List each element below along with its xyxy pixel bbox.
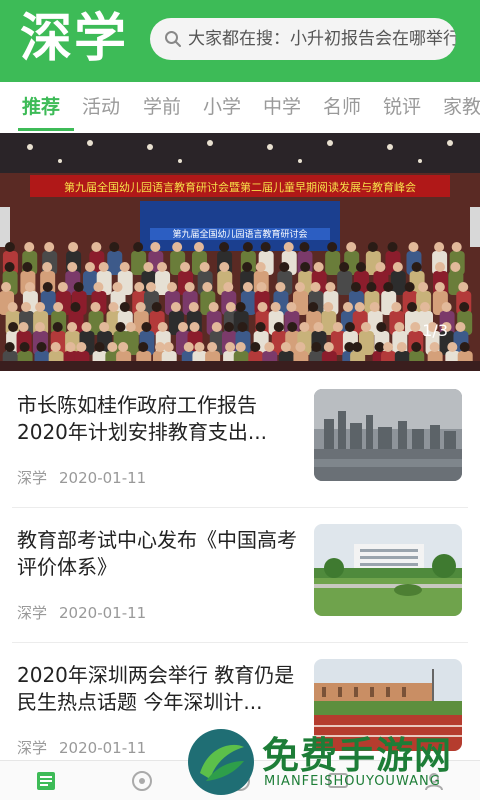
- news-item[interactable]: 教育部考试中心发布《中国高考评价体系》 深学 2020-01-11: [0, 507, 480, 643]
- watermark-subtitle: MIANFEISHOUYOUWANG: [264, 774, 441, 789]
- banner-screen-text: 第九届全国幼儿园语言教育研讨会: [172, 228, 307, 240]
- carousel-counter: 1/3: [422, 321, 448, 340]
- news-source: 深学: [17, 469, 48, 487]
- news-date: 2020-01-11: [59, 739, 147, 757]
- banner-carousel[interactable]: 第九届全国幼儿园语言教育研讨会暨第二届儿童早期阅读发展与教育峰会 第九届全国幼儿…: [0, 133, 480, 371]
- news-title: 市长陈如桂作政府工作报告 2020年计划安排教育支出...: [17, 393, 267, 444]
- watermark: 免费手游网 MIANFEISHOUYOUWANG: [180, 723, 480, 800]
- tab-recommend[interactable]: 推荐: [22, 92, 60, 119]
- tab-commentary[interactable]: 锐评: [383, 92, 421, 119]
- news-meta: 深学 2020-01-11: [17, 467, 146, 488]
- video-icon[interactable]: [130, 769, 154, 793]
- news-source: 深学: [17, 739, 48, 757]
- news-date: 2020-01-11: [59, 604, 147, 622]
- search-placeholder: 大家都在搜：小升初报告会在哪举行: [188, 29, 456, 49]
- category-tabs: 推荐 活动 学前 小学 中学 名师 锐评 家教: [0, 82, 480, 132]
- watermark-logo-icon: [188, 729, 254, 795]
- tab-primary[interactable]: 小学: [203, 92, 241, 119]
- search-bar[interactable]: 大家都在搜：小升初报告会在哪举行: [150, 18, 456, 60]
- tab-preschool[interactable]: 学前: [143, 92, 181, 119]
- news-meta: 深学 2020-01-11: [17, 737, 146, 758]
- search-icon: [165, 31, 181, 47]
- news-thumbnail: [314, 524, 462, 616]
- news-title: 2020年深圳两会举行 教育仍是民生热点话题 今年深圳计...: [17, 663, 295, 714]
- news-date: 2020-01-11: [59, 469, 147, 487]
- news-icon[interactable]: [34, 769, 58, 793]
- tab-middle-school[interactable]: 中学: [263, 92, 301, 119]
- tab-famous-teachers[interactable]: 名师: [323, 92, 361, 119]
- news-thumbnail: [314, 389, 462, 481]
- tab-activity[interactable]: 活动: [82, 92, 120, 119]
- news-meta: 深学 2020-01-11: [17, 602, 146, 623]
- news-item[interactable]: 市长陈如桂作政府工作报告 2020年计划安排教育支出... 深学 2020-01-…: [0, 372, 480, 508]
- news-source: 深学: [17, 604, 48, 622]
- app-header: 深学 大家都在搜：小升初报告会在哪举行: [0, 0, 480, 82]
- banner-photo: 第九届全国幼儿园语言教育研讨会暨第二届儿童早期阅读发展与教育峰会 第九届全国幼儿…: [0, 133, 480, 371]
- tab-family-education[interactable]: 家教: [443, 92, 480, 119]
- news-title: 教育部考试中心发布《中国高考评价体系》: [17, 528, 297, 579]
- app-logo: 深学: [20, 9, 129, 69]
- active-tab-indicator: [18, 128, 74, 131]
- watermark-title: 免费手游网: [262, 734, 452, 777]
- banner-headline: 第九届全国幼儿园语言教育研讨会暨第二届儿童早期阅读发展与教育峰会: [64, 180, 416, 194]
